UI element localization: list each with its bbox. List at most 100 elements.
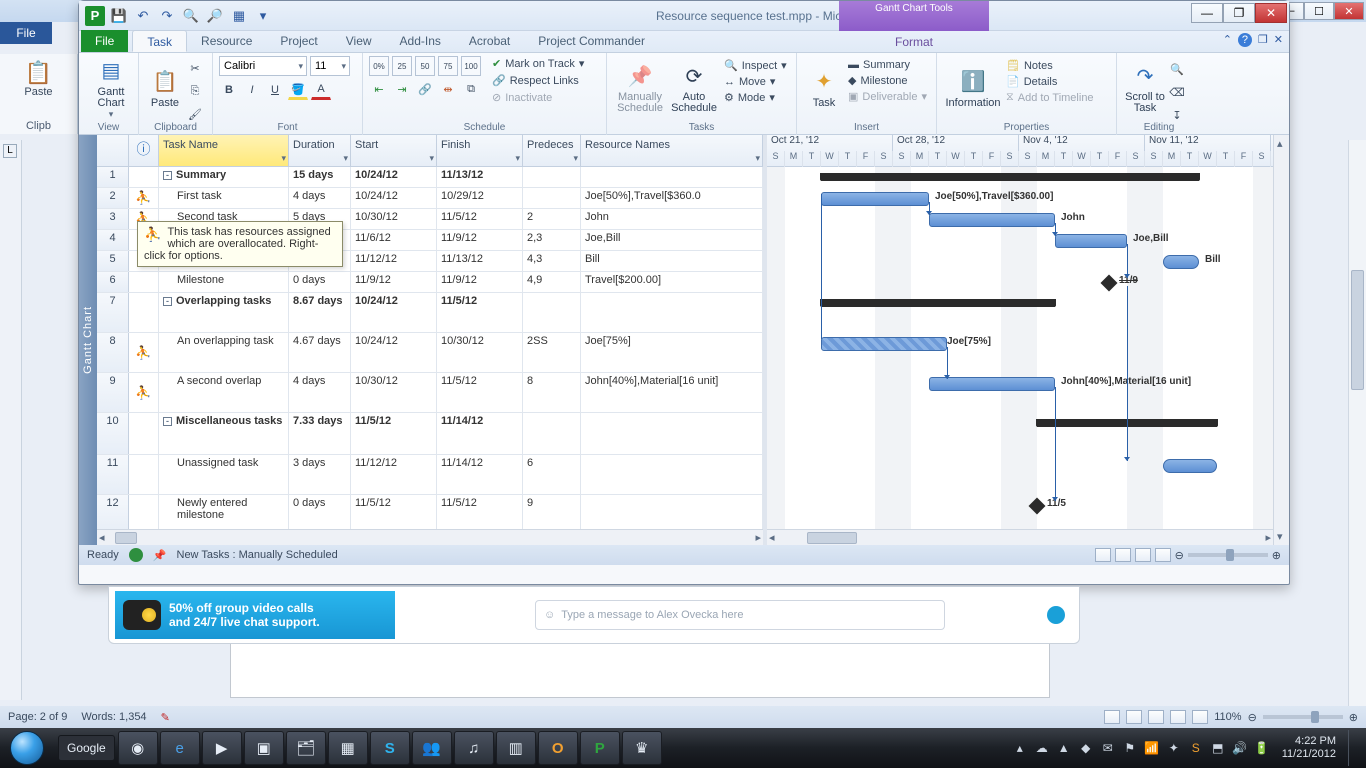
status-sync-icon[interactable] (129, 548, 143, 562)
file-tab[interactable]: File (81, 30, 128, 52)
save-button[interactable]: 💾 (109, 6, 129, 26)
start-cell[interactable]: 11/5/12 (351, 413, 437, 454)
view-shortcut-2[interactable] (1115, 548, 1131, 562)
details-button[interactable]: 📄Details (1003, 74, 1097, 89)
predecessors-cell[interactable] (523, 188, 581, 208)
qat-custom-1[interactable]: ▦ (229, 6, 249, 26)
project-titlebar[interactable]: P 💾 ↶ ↷ 🔍 🔎 ▦ ▾ Resource sequence test.m… (79, 1, 1289, 31)
print-layout-view[interactable] (1104, 710, 1120, 724)
find-button[interactable]: 🔍 (1167, 59, 1187, 79)
indicators-column-header[interactable]: ⓘ (129, 135, 159, 166)
restore-button[interactable]: ❐ (1223, 3, 1255, 23)
inspect-button[interactable]: 🔍Inspect ▾ (721, 58, 790, 73)
taskbar-chrome[interactable]: ◉ (118, 731, 158, 765)
task-bar[interactable] (821, 337, 947, 351)
start-cell[interactable]: 10/24/12 (351, 167, 437, 187)
insert-task-button[interactable]: ✦ Task (803, 56, 845, 120)
font-size-combo[interactable]: 11 (310, 56, 350, 76)
tray-icon-8[interactable]: ⬒ (1210, 740, 1226, 756)
mark-on-track-button[interactable]: ✔Mark on Track ▾ (489, 56, 587, 71)
indicator-cell[interactable] (129, 293, 159, 332)
word-vertical-scrollbar[interactable] (1348, 140, 1366, 706)
word-page-indicator[interactable]: Page: 2 of 9 (8, 711, 67, 723)
inactivate-button[interactable]: ⊘Inactivate (489, 90, 587, 105)
qat-dropdown[interactable]: ▾ (253, 6, 273, 26)
insert-deliverable-button[interactable]: ▣Deliverable ▾ (845, 89, 930, 104)
duration-cell[interactable]: 3 days (289, 455, 351, 494)
start-cell[interactable]: 10/30/12 (351, 209, 437, 229)
resources-cell[interactable]: John (581, 209, 763, 229)
taskbar-app-3[interactable]: 👥 (412, 731, 452, 765)
duration-cell[interactable]: 7.33 days (289, 413, 351, 454)
table-row[interactable]: 7-Overlapping tasks8.67 days10/24/1211/5… (97, 293, 763, 333)
italic-button[interactable]: I (242, 80, 262, 100)
row-number[interactable]: 8 (97, 333, 129, 372)
indicator-cell[interactable] (129, 413, 159, 454)
zoom-in-button[interactable]: ⊕ (1349, 711, 1358, 724)
task-name-cell[interactable]: -Summary (159, 167, 289, 187)
tray-icon-4[interactable]: ✉ (1100, 740, 1116, 756)
taskbar-msproject[interactable]: P (580, 731, 620, 765)
task-name-cell[interactable]: -Overlapping tasks (159, 293, 289, 332)
indent-button[interactable]: ⇥ (392, 79, 412, 99)
tray-icon-6[interactable]: ✦ (1166, 740, 1182, 756)
start-cell[interactable]: 11/6/12 (351, 230, 437, 250)
proofing-icon[interactable]: ✎ (161, 711, 170, 724)
word-file-tab[interactable]: File (0, 22, 52, 44)
minimize-button[interactable]: — (1191, 3, 1223, 23)
split-task-button[interactable]: ⧉ (461, 79, 481, 99)
link-tasks-button[interactable]: 🔗 (415, 79, 435, 99)
tray-icon-2[interactable]: ▲ (1056, 740, 1072, 756)
addins-tab[interactable]: Add-Ins (386, 30, 455, 52)
taskbar-app-1[interactable]: ▣ (244, 731, 284, 765)
table-row[interactable]: 6Milestone0 days11/9/1211/9/124,9Travel[… (97, 272, 763, 293)
outdent-button[interactable]: ⇤ (369, 79, 389, 99)
duration-cell[interactable]: 4.67 days (289, 333, 351, 372)
row-number[interactable]: 7 (97, 293, 129, 332)
resources-cell[interactable] (581, 293, 763, 332)
format-painter-button[interactable]: 🖌 (185, 104, 205, 124)
redo-button[interactable]: ↷ (157, 6, 177, 26)
project-tab[interactable]: Project (266, 30, 331, 52)
acrobat-tab[interactable]: Acrobat (455, 30, 524, 52)
finish-cell[interactable]: 11/5/12 (437, 373, 523, 412)
show-desktop-button[interactable] (1348, 730, 1358, 766)
tray-show-hidden[interactable]: ▴ (1012, 740, 1028, 756)
finish-cell[interactable]: 11/13/12 (437, 251, 523, 271)
indicator-cell[interactable] (129, 495, 159, 529)
predecessors-cell[interactable]: 4,3 (523, 251, 581, 271)
task-bar[interactable] (1163, 459, 1217, 473)
task-bar[interactable] (1055, 234, 1127, 248)
predecessors-cell[interactable] (523, 167, 581, 187)
resource-tab[interactable]: Resource (187, 30, 266, 52)
status-zoom-thumb[interactable] (1226, 549, 1234, 561)
finish-cell[interactable]: 11/9/12 (437, 272, 523, 292)
pct-50-button[interactable]: 50 (415, 56, 435, 76)
tray-battery-icon[interactable]: 🔋 (1254, 740, 1270, 756)
taskbar-clock[interactable]: 4:22 PM 11/21/2012 (1282, 735, 1336, 761)
status-newtasks[interactable]: New Tasks : Manually Scheduled (177, 549, 338, 561)
pct-100-button[interactable]: 100 (461, 56, 481, 76)
duration-cell[interactable]: 15 days (289, 167, 351, 187)
predecessors-cell[interactable]: 2 (523, 209, 581, 229)
predecessors-column-header[interactable]: Predeces▾ (523, 135, 581, 166)
project-app-icon[interactable]: P (85, 6, 105, 26)
skype-message-input[interactable]: ☺ Type a message to Alex Ovecka here (535, 600, 945, 630)
row-header-corner[interactable] (97, 135, 129, 166)
undo-button[interactable]: ↶ (133, 6, 153, 26)
add-to-timeline-button[interactable]: ⧖Add to Timeline (1003, 90, 1097, 105)
task-tab[interactable]: Task (132, 30, 187, 52)
duration-cell[interactable]: 8.67 days (289, 293, 351, 332)
font-name-combo[interactable]: Calibri (219, 56, 307, 76)
indicator-cell[interactable] (129, 167, 159, 187)
word-close-button[interactable]: ✕ (1334, 2, 1364, 20)
predecessors-cell[interactable]: 6 (523, 455, 581, 494)
table-scroll-thumb[interactable] (115, 532, 137, 544)
resources-cell[interactable] (581, 455, 763, 494)
close-button[interactable]: ✕ (1255, 3, 1287, 23)
task-name-cell[interactable]: Newly entered milestone (159, 495, 289, 529)
status-zoom-out[interactable]: ⊖ (1175, 549, 1184, 562)
table-row[interactable]: 10-Miscellaneous tasks7.33 days11/5/1211… (97, 413, 763, 455)
scroll-to-task-button[interactable]: ↷ Scroll to Task (1123, 56, 1167, 120)
word-scroll-thumb[interactable] (1351, 270, 1364, 390)
